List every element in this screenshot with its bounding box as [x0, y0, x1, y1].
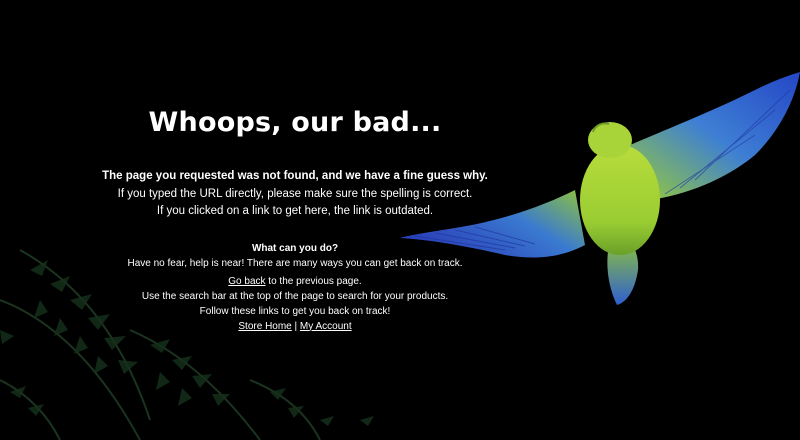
help-links: Store Home | My Account: [95, 319, 495, 334]
page-title: Whoops, our bad...: [148, 107, 442, 138]
follow-links-text: Follow these links to get you back on tr…: [199, 305, 391, 317]
my-account-link[interactable]: My Account: [300, 321, 352, 332]
error-lead: The page you requested was not found, an…: [102, 170, 488, 182]
help-reassure: Have no fear, help is near! There are ma…: [127, 257, 463, 269]
error-explanation: The page you requested was not found, an…: [95, 168, 495, 221]
error-message: Whoops, our bad... The page you requeste…: [95, 100, 495, 334]
help-heading: What can you do?: [251, 242, 339, 254]
store-home-link[interactable]: Store Home: [238, 321, 291, 332]
error-hint-link: If you clicked on a link to get here, th…: [156, 205, 434, 217]
go-back-rest: to the previous page.: [265, 275, 362, 287]
error-hint-url: If you typed the URL directly, please ma…: [117, 187, 473, 200]
search-hint: Use the search bar at the top of the pag…: [141, 290, 449, 302]
help-section: What can you do? Have no fear, help is n…: [95, 241, 495, 334]
go-back-link[interactable]: Go back: [228, 276, 265, 287]
link-separator: |: [291, 320, 300, 332]
error-page: Whoops, our bad... The page you requeste…: [0, 0, 800, 440]
go-back-line: Go back to the previous page.: [95, 274, 495, 289]
